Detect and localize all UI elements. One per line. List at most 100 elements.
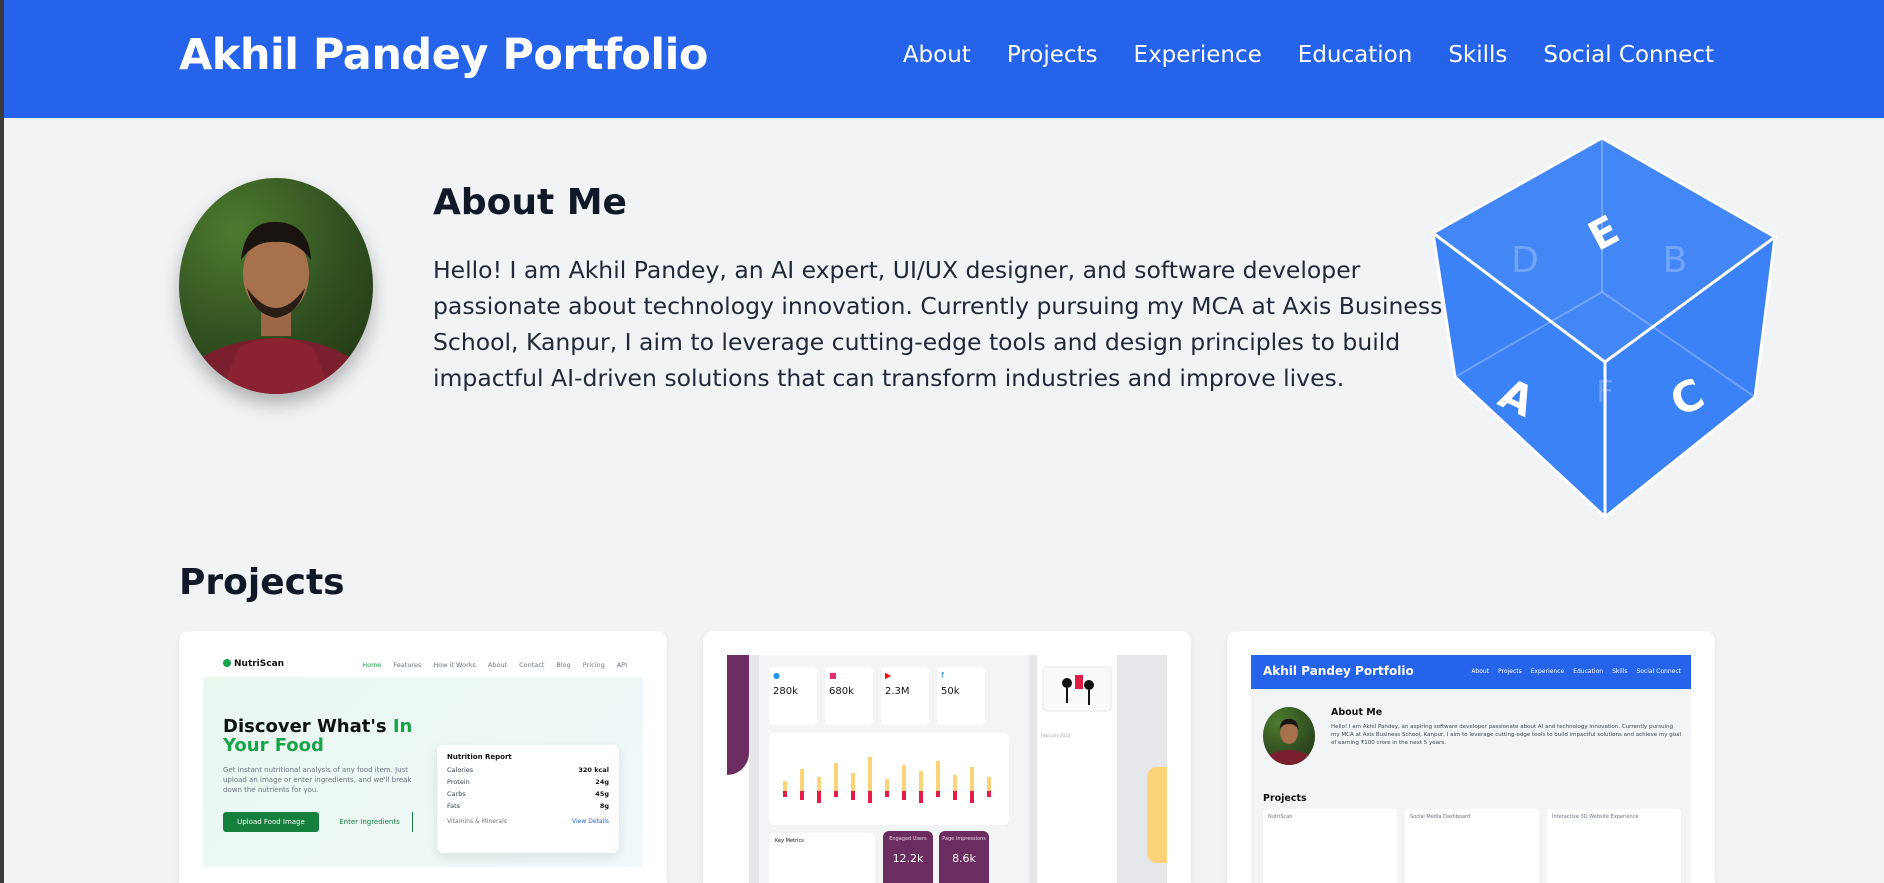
preview-nav-item: Features <box>393 661 422 669</box>
site-brand[interactable]: Akhil Pandey Portfolio <box>179 30 708 80</box>
preview-sidebar <box>727 655 749 883</box>
profile-photo <box>179 178 373 394</box>
preview-bar-top <box>817 777 821 791</box>
preview-project-card: Interactive 3D Website Experience <box>1547 809 1681 883</box>
preview-accent-shape <box>1147 767 1167 863</box>
preview-bar-top <box>800 769 804 791</box>
calendar-title: February 2022 <box>1041 733 1071 738</box>
preview-bar-top <box>868 757 872 791</box>
cube-face-letter: D <box>1511 240 1539 281</box>
preview-bar-top <box>970 767 974 791</box>
cube-face-letter: F <box>1596 375 1613 410</box>
preview-upload-button: Upload Food Image <box>223 812 319 832</box>
site-header: Akhil Pandey Portfolio About Projects Ex… <box>4 0 1884 118</box>
preview-navbar: NutriScan Home Features How it Works Abo… <box>203 655 643 677</box>
preview-bar-bottom <box>868 791 872 803</box>
preview-bar-top <box>834 763 838 791</box>
project-card-nutriscan[interactable]: NutriScan Home Features How it Works Abo… <box>179 631 667 883</box>
preview-about-title: About Me <box>1331 707 1383 718</box>
3d-cube[interactable]: E D B A F C <box>1425 132 1785 522</box>
project-screenshot: NutriScan Home Features How it Works Abo… <box>203 655 643 883</box>
preview-logo-text: NutriScan <box>234 659 285 669</box>
preview-projects-title: Projects <box>1263 793 1307 804</box>
preview-bar-bottom <box>902 791 906 800</box>
report-title: Nutrition Report <box>447 753 512 761</box>
project-screenshot: Akhil Pandey Portfolio About Projects Ex… <box>1251 655 1691 883</box>
report-row: Carbs 45g <box>447 790 609 798</box>
preview-bar-bottom <box>834 791 838 797</box>
nav-education[interactable]: Education <box>1298 42 1413 68</box>
preview-sidebar-accent <box>727 655 749 775</box>
report-footer: Vitamins & Minerals View Details <box>447 818 609 825</box>
preview-bar-top <box>851 773 855 791</box>
instagram-icon: ■ <box>829 671 837 680</box>
preview-nav-item: About <box>487 661 508 669</box>
preview-bar-bottom <box>885 791 889 797</box>
projects-title: Projects <box>179 562 345 603</box>
nav-about[interactable]: About <box>903 42 971 68</box>
main-nav: About Projects Experience Education Skil… <box>903 42 1714 68</box>
preview-nav-item: Blog <box>556 661 571 669</box>
preview-stat-card: ● 280k <box>769 667 817 725</box>
preview-bar-bottom <box>970 791 974 803</box>
preview-nav-item: Pricing <box>582 661 605 669</box>
preview-bar-top <box>885 779 889 791</box>
report-row: Protein 24g <box>447 778 609 786</box>
preview-bar-chart <box>769 733 1009 825</box>
preview-stat-card: ■ 680k <box>825 667 873 725</box>
preview-header: Akhil Pandey Portfolio About Projects Ex… <box>1251 655 1691 689</box>
preview-stat-card: f 50k <box>937 667 985 725</box>
preview-bar-top <box>953 775 957 791</box>
preview-bar-bottom <box>783 791 787 797</box>
report-row: Calories 320 kcal <box>447 766 609 774</box>
preview-logo: NutriScan <box>223 659 284 669</box>
preview-bar-bottom <box>800 791 804 800</box>
nav-skills[interactable]: Skills <box>1448 42 1507 68</box>
preview-avatar <box>1263 707 1315 765</box>
preview-project-card: NutriScan <box>1263 809 1397 883</box>
preview-bar-bottom <box>851 791 855 800</box>
nav-social-connect[interactable]: Social Connect <box>1543 42 1714 68</box>
preview-bar-bottom <box>987 791 991 797</box>
preview-heading: Discover What's In Your Food <box>223 716 413 756</box>
preview-description: Get instant nutritional analysis of any … <box>223 766 412 794</box>
project-screenshot: ● 280k ■ 680k ▶ 2.3M f 50k Key Metrics Engag… <box>727 655 1167 883</box>
preview-brand: Akhil Pandey Portfolio <box>1263 664 1414 678</box>
report-row: Fats 8g <box>447 802 609 810</box>
preview-project-card: Social Media Dashboard <box>1405 809 1539 883</box>
preview-bar-top <box>783 781 787 791</box>
facebook-icon: f <box>941 671 944 680</box>
window-edge <box>0 0 4 883</box>
twitter-icon: ● <box>773 671 780 680</box>
preview-nutrition-report: Nutrition Report Calories 320 kcal Protei… <box>437 745 619 853</box>
preview-bar-top <box>902 765 906 791</box>
nav-projects[interactable]: Projects <box>1007 42 1098 68</box>
metrics-title: Key Metrics <box>775 838 804 844</box>
preview-bar-bottom <box>953 791 957 800</box>
preview-bar-top <box>919 771 923 791</box>
preview-nav-item: Home <box>362 661 382 669</box>
preview-bar-bottom <box>817 791 821 803</box>
about-title: About Me <box>433 182 627 223</box>
project-card-dashboard[interactable]: ● 280k ■ 680k ▶ 2.3M f 50k Key Metrics Engag… <box>703 631 1191 883</box>
preview-nav: Home Features How it Works About Contact… <box>362 661 627 669</box>
preview-tile: Engaged Users 12.2k <box>883 831 933 883</box>
preview-right-panel: February 2022 <box>1037 655 1117 883</box>
apple-icon <box>223 659 231 667</box>
project-card-portfolio[interactable]: Akhil Pandey Portfolio About Projects Ex… <box>1227 631 1715 883</box>
illustration-icon <box>1042 666 1112 712</box>
about-text: Hello! I am Akhil Pandey, an AI expert, … <box>433 256 1443 392</box>
preview-nav-item: Contact <box>519 661 545 669</box>
youtube-icon: ▶ <box>885 671 892 680</box>
preview-bar-bottom <box>919 791 923 803</box>
nav-experience[interactable]: Experience <box>1134 42 1262 68</box>
preview-nav-item: API <box>616 661 627 669</box>
cube-face-letter: B <box>1663 240 1688 281</box>
preview-bar-bottom <box>936 791 940 797</box>
preview-metrics-card: Key Metrics <box>769 833 875 883</box>
preview-nav-item: How it Works <box>433 661 476 669</box>
preview-stat-card: ▶ 2.3M <box>881 667 929 725</box>
preview-ingredients-button: Enter Ingredients <box>327 812 413 832</box>
preview-tile: Page Impressions 8.6k <box>939 831 989 883</box>
preview-bar-top <box>987 777 991 791</box>
